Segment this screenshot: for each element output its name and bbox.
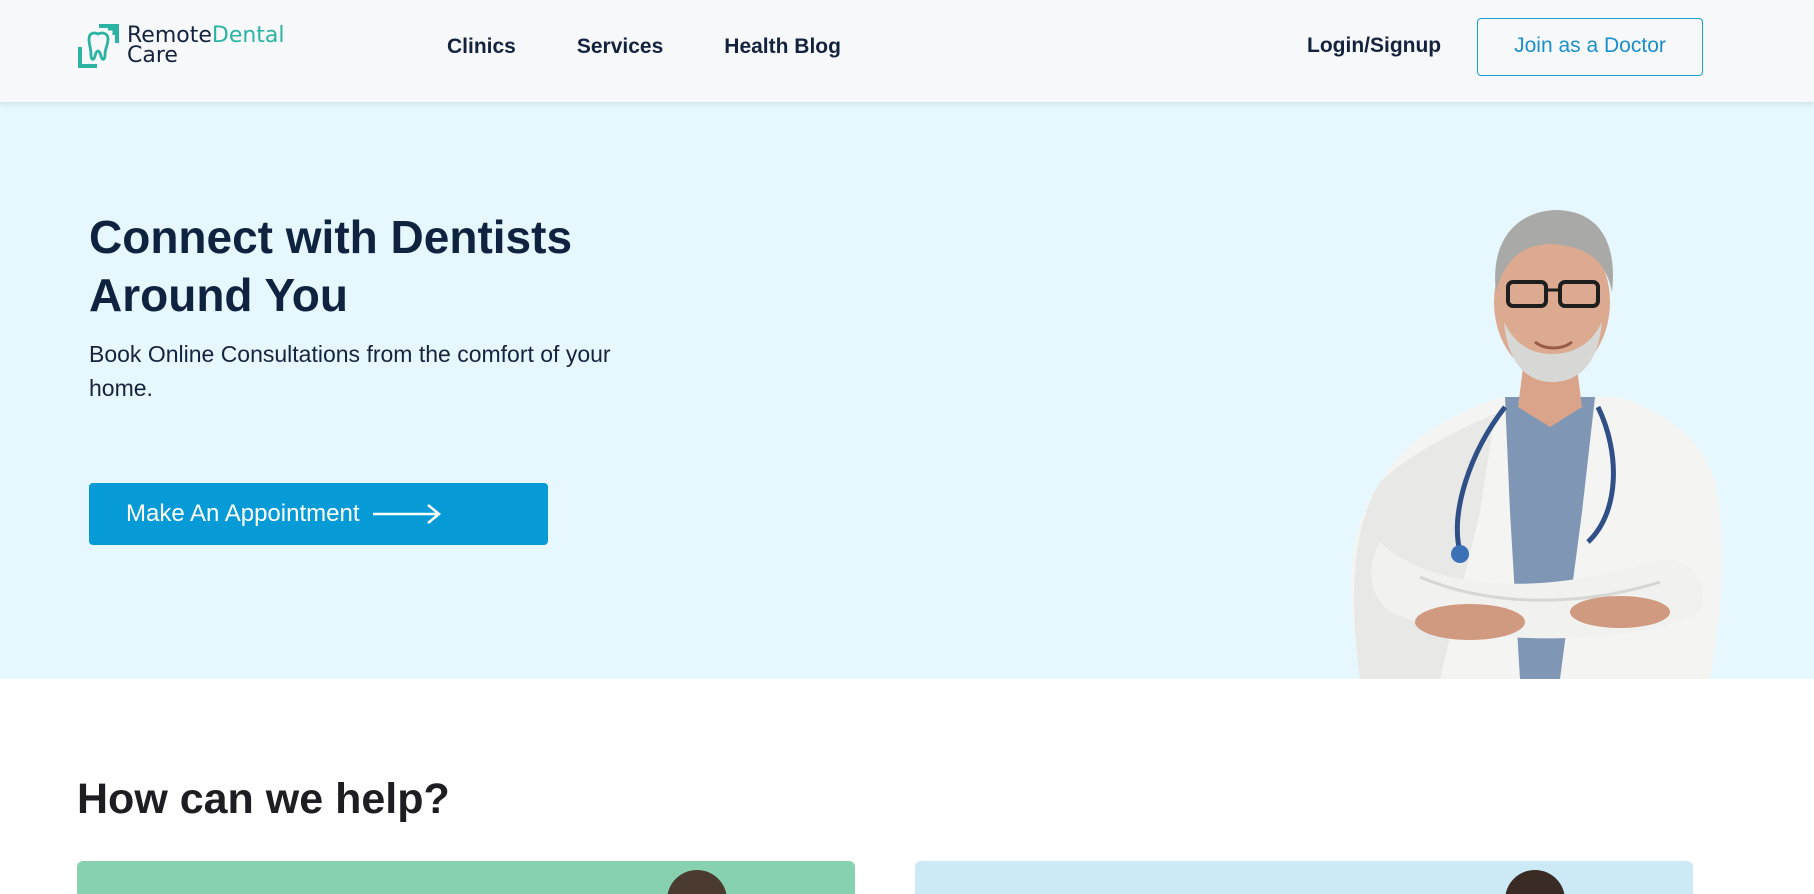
help-card-1[interactable] bbox=[77, 861, 855, 894]
logo-word-care: Care bbox=[127, 43, 178, 68]
help-section-title: How can we help? bbox=[77, 775, 450, 823]
help-card-1-image bbox=[667, 870, 727, 894]
make-appointment-label: Make An Appointment bbox=[126, 500, 360, 527]
login-signup-link[interactable]: Login/Signup bbox=[1307, 33, 1441, 59]
hero-section: Connect with Dentists Around You Book On… bbox=[0, 102, 1814, 679]
hero-subtitle: Book Online Consultations from the comfo… bbox=[89, 341, 611, 401]
logo[interactable]: RemoteDental Care bbox=[77, 22, 285, 70]
arrow-right-icon bbox=[373, 504, 442, 524]
hero-title: Connect with Dentists Around You bbox=[89, 211, 573, 321]
logo-wordmark: RemoteDental Care bbox=[127, 23, 285, 68]
make-appointment-button[interactable]: Make An Appointment bbox=[89, 483, 548, 545]
nav-item-services[interactable]: Services bbox=[577, 34, 663, 60]
logo-word-dental: Dental bbox=[211, 23, 285, 48]
nav-item-clinics[interactable]: Clinics bbox=[447, 34, 516, 60]
help-card-2[interactable] bbox=[915, 861, 1693, 894]
join-as-doctor-button[interactable]: Join as a Doctor bbox=[1477, 18, 1703, 76]
tooth-logo-icon bbox=[78, 24, 119, 68]
nav-item-health-blog[interactable]: Health Blog bbox=[724, 34, 841, 60]
site-header: RemoteDental Care Clinics Services Healt… bbox=[0, 0, 1814, 102]
doctor-image bbox=[1351, 210, 1723, 679]
help-card-2-image bbox=[1505, 870, 1565, 894]
main-nav: Clinics Services Health Blog bbox=[447, 34, 902, 60]
